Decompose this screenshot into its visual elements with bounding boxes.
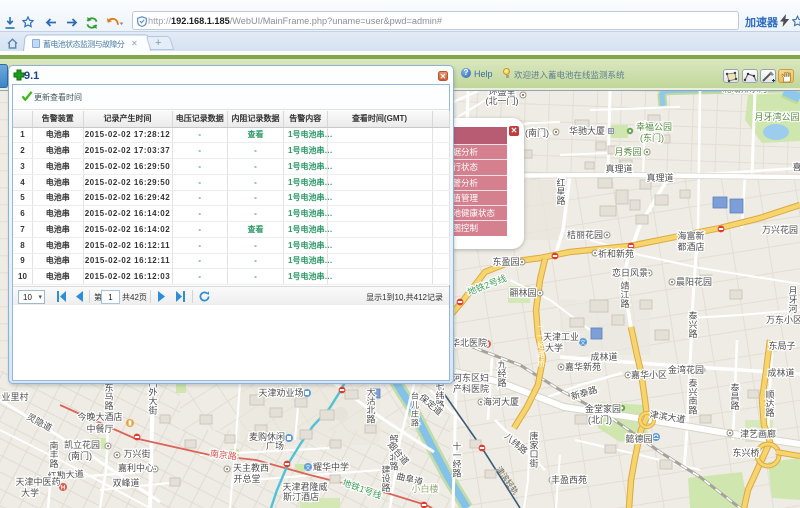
svg-text:(北一门): (北一门) xyxy=(486,95,519,106)
svg-text:泰昌路: 泰昌路 xyxy=(730,382,739,411)
svg-text:文: 文 xyxy=(305,464,311,472)
svg-text:嘉利中心: 嘉利中心 xyxy=(118,462,154,473)
svg-text:南丰路: 南丰路 xyxy=(49,440,58,469)
svg-text:万东小区: 万东小区 xyxy=(766,314,800,325)
svg-text:喜: 喜 xyxy=(792,161,800,172)
svg-text:小白楼: 小白楼 xyxy=(411,483,438,494)
svg-text:天主教西: 天主教西 xyxy=(233,462,269,473)
svg-text:广场: 广场 xyxy=(266,440,284,451)
svg-text:嘉华新苑: 嘉华新苑 xyxy=(565,361,601,372)
svg-text:津艺画廊: 津艺画廊 xyxy=(740,428,776,439)
svg-text:成林道: 成林道 xyxy=(767,367,794,378)
svg-text:东马路: 东马路 xyxy=(104,382,113,411)
svg-text:金堂家园: 金堂家园 xyxy=(585,403,621,414)
svg-text:(北门): (北门) xyxy=(588,414,612,425)
svg-text:祈和新苑: 祈和新苑 xyxy=(598,248,634,259)
svg-text:河东区妇: 河东区妇 xyxy=(453,372,489,383)
svg-text:业里村: 业里村 xyxy=(1,391,28,402)
svg-text:顺达路: 顺达路 xyxy=(765,390,774,418)
svg-text:翮林园: 翮林园 xyxy=(509,287,536,298)
svg-text:靖江路: 靖江路 xyxy=(620,280,629,309)
svg-text:大学: 大学 xyxy=(545,342,563,353)
svg-text:泰兴南路: 泰兴南路 xyxy=(688,378,697,416)
svg-text:桔丽花园: 桔丽花园 xyxy=(567,229,603,240)
svg-text:幸福公园: 幸福公园 xyxy=(636,121,672,132)
svg-text:唐家口街: 唐家口街 xyxy=(529,431,538,469)
svg-text:(东门): (东门) xyxy=(640,132,664,143)
svg-text:耀华中学: 耀华中学 xyxy=(313,461,349,472)
svg-text:台儿庄路: 台儿庄路 xyxy=(411,391,419,428)
svg-text:(南门): (南门) xyxy=(525,127,549,138)
svg-text:都酒店: 都酒店 xyxy=(677,241,704,252)
svg-text:天津中医药: 天津中医药 xyxy=(15,476,60,487)
svg-text:万兴街: 万兴街 xyxy=(123,448,150,459)
svg-text:嘉华小区: 嘉华小区 xyxy=(631,369,667,380)
svg-text:懿德园: 懿德园 xyxy=(625,433,652,444)
svg-text:华驰大厦: 华驰大厦 xyxy=(569,125,605,136)
svg-text:华北医院: 华北医院 xyxy=(451,337,487,348)
svg-text:十一经路桥: 十一经路桥 xyxy=(537,322,545,368)
svg-text:斯汀酒店: 斯汀酒店 xyxy=(283,491,319,502)
svg-text:红星路: 红星路 xyxy=(556,177,565,206)
svg-text:天津工业: 天津工业 xyxy=(543,332,579,342)
svg-text:真理道: 真理道 xyxy=(646,172,673,183)
svg-text:丰盈西苑: 丰盈西苑 xyxy=(551,474,587,485)
svg-text:月牙湾公园: 月牙湾公园 xyxy=(754,111,799,122)
svg-text:泰兴路: 泰兴路 xyxy=(688,310,697,339)
svg-text:开总堂: 开总堂 xyxy=(233,473,260,484)
svg-text:晨阳花园: 晨阳花园 xyxy=(676,276,712,287)
svg-text:中餐厅: 中餐厅 xyxy=(86,423,113,434)
svg-text:恋日风景: 恋日风景 xyxy=(612,267,648,278)
svg-text:天津君隆威: 天津君隆威 xyxy=(282,481,327,492)
svg-text:北塌排水河: 北塌排水河 xyxy=(722,91,767,94)
svg-text:天津劝业场: 天津劝业场 xyxy=(258,387,303,398)
svg-text:金湾花园: 金湾花园 xyxy=(668,364,704,375)
svg-text:成林道: 成林道 xyxy=(590,351,617,362)
svg-text:真理道: 真理道 xyxy=(605,163,632,174)
svg-text:东兴桥: 东兴桥 xyxy=(732,447,759,458)
svg-text:产科医院: 产科医院 xyxy=(453,383,489,394)
svg-text:文: 文 xyxy=(580,339,586,347)
svg-text:凯立花园: 凯立花园 xyxy=(64,439,100,450)
svg-text:东局子: 东局子 xyxy=(768,340,795,351)
svg-text:月牙河: 月牙河 xyxy=(788,286,797,314)
svg-text:大沽北路: 大沽北路 xyxy=(366,387,375,425)
svg-text:东盈园: 东盈园 xyxy=(492,256,519,267)
svg-text:双峰道: 双峰道 xyxy=(112,477,139,488)
svg-text:九经路: 九经路 xyxy=(497,360,506,388)
svg-text:月秀园: 月秀园 xyxy=(614,146,641,157)
svg-text:大学: 大学 xyxy=(21,487,39,498)
svg-text:H: H xyxy=(61,486,65,492)
svg-text:海河大厦: 海河大厦 xyxy=(483,396,519,407)
svg-text:十一经路: 十一经路 xyxy=(452,441,461,479)
svg-text:今晚大酒店: 今晚大酒店 xyxy=(77,411,122,422)
svg-text:海富新: 海富新 xyxy=(677,230,704,241)
svg-text:(南门): (南门) xyxy=(68,450,92,461)
svg-text:万兴花园: 万兴花园 xyxy=(762,224,798,235)
svg-text:建设路: 建设路 xyxy=(381,464,390,493)
